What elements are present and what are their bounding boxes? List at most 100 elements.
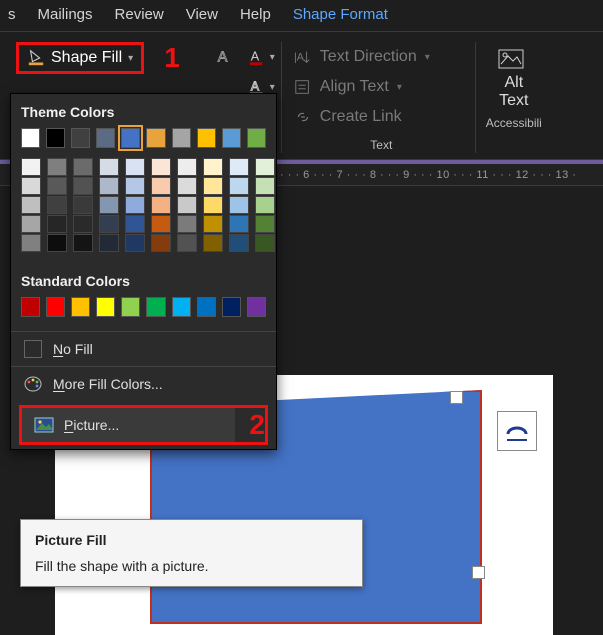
shade-color-swatch[interactable]	[177, 215, 197, 233]
shade-color-swatch[interactable]	[73, 196, 93, 214]
tab-view[interactable]: View	[186, 6, 218, 23]
more-fill-colors-menuitem[interactable]: More Fill Colors...	[11, 367, 276, 401]
shade-color-swatch[interactable]	[151, 196, 171, 214]
picture-accel: P	[64, 417, 73, 433]
alt-text-button[interactable]: Alt Text	[486, 42, 542, 110]
theme-color-swatch[interactable]	[222, 128, 241, 148]
shade-color-swatch[interactable]	[125, 234, 145, 252]
theme-color-swatch[interactable]	[21, 128, 40, 148]
shade-color-swatch[interactable]	[177, 234, 197, 252]
create-link-label: Create Link	[320, 108, 402, 126]
shade-color-swatch[interactable]	[99, 215, 119, 233]
standard-color-swatch[interactable]	[172, 297, 191, 317]
tab-review[interactable]: Review	[115, 6, 164, 23]
shade-color-swatch[interactable]	[203, 215, 223, 233]
shape-fill-button[interactable]: Shape Fill ▾	[16, 42, 144, 74]
picture-fill-menuitem[interactable]: Picture...	[22, 408, 235, 442]
shade-color-swatch[interactable]	[203, 177, 223, 195]
shade-color-swatch[interactable]	[125, 215, 145, 233]
shade-color-swatch[interactable]	[203, 158, 223, 176]
alt-text-icon	[497, 46, 531, 74]
standard-color-swatch[interactable]	[71, 297, 90, 317]
picture-icon	[34, 416, 54, 434]
theme-color-swatch[interactable]	[172, 128, 191, 148]
resize-handle-right[interactable]	[472, 566, 485, 579]
shade-color-swatch[interactable]	[21, 234, 41, 252]
shade-color-swatch[interactable]	[99, 234, 119, 252]
chevron-down-icon: ▾	[425, 52, 430, 63]
shape-fill-label: Shape Fill	[51, 49, 122, 67]
shade-color-swatch[interactable]	[203, 234, 223, 252]
shade-color-swatch[interactable]	[125, 158, 145, 176]
shade-color-swatch[interactable]	[177, 196, 197, 214]
shade-color-swatch[interactable]	[229, 234, 249, 252]
theme-color-swatch[interactable]	[197, 128, 216, 148]
shade-color-swatch[interactable]	[255, 177, 275, 195]
shade-color-swatch[interactable]	[21, 177, 41, 195]
tab-help[interactable]: Help	[240, 6, 271, 23]
shade-color-swatch[interactable]	[21, 158, 41, 176]
standard-color-swatch[interactable]	[46, 297, 65, 317]
tab-mailings[interactable]: Mailings	[38, 6, 93, 23]
shade-color-swatch[interactable]	[255, 158, 275, 176]
tab-prefix-truncated: s	[8, 6, 16, 23]
theme-color-swatch[interactable]	[121, 128, 140, 148]
chevron-down-icon: ▾	[128, 53, 133, 64]
alt-text-label-1: Alt	[504, 74, 523, 92]
shade-color-swatch[interactable]	[255, 196, 275, 214]
align-text-button[interactable]: Align Text ▾	[294, 72, 469, 102]
svg-text:A: A	[250, 50, 259, 64]
standard-color-swatch[interactable]	[197, 297, 216, 317]
shade-color-swatch[interactable]	[229, 158, 249, 176]
shade-color-swatch[interactable]	[151, 234, 171, 252]
theme-color-swatch[interactable]	[247, 128, 266, 148]
text-direction-button[interactable]: |A Text Direction ▾	[294, 42, 469, 72]
shade-color-swatch[interactable]	[47, 158, 67, 176]
theme-color-swatch[interactable]	[146, 128, 165, 148]
shade-color-swatch[interactable]	[99, 158, 119, 176]
shade-color-swatch[interactable]	[73, 158, 93, 176]
shade-color-swatch[interactable]	[99, 177, 119, 195]
shade-color-swatch[interactable]	[255, 215, 275, 233]
shade-color-swatch[interactable]	[21, 215, 41, 233]
shade-color-swatch[interactable]	[229, 215, 249, 233]
shade-color-swatch[interactable]	[73, 177, 93, 195]
shade-color-swatch[interactable]	[73, 234, 93, 252]
standard-color-swatch[interactable]	[247, 297, 266, 317]
shade-color-swatch[interactable]	[47, 177, 67, 195]
shade-color-swatch[interactable]	[229, 196, 249, 214]
align-text-label: Align Text	[320, 78, 389, 96]
shade-color-swatch[interactable]	[151, 177, 171, 195]
create-link-button[interactable]: Create Link	[294, 102, 469, 132]
shade-color-swatch[interactable]	[47, 215, 67, 233]
theme-color-swatch[interactable]	[71, 128, 90, 148]
standard-color-swatch[interactable]	[21, 297, 40, 317]
shade-color-swatch[interactable]	[21, 196, 41, 214]
standard-color-swatch[interactable]	[146, 297, 165, 317]
theme-color-swatch[interactable]	[96, 128, 115, 148]
shade-color-swatch[interactable]	[99, 196, 119, 214]
shade-color-swatch[interactable]	[125, 177, 145, 195]
shade-color-swatch[interactable]	[73, 215, 93, 233]
shade-color-swatch[interactable]	[47, 196, 67, 214]
layout-options-button[interactable]	[497, 411, 537, 451]
theme-color-swatch[interactable]	[46, 128, 65, 148]
shade-color-swatch[interactable]	[151, 158, 171, 176]
standard-color-swatch[interactable]	[222, 297, 241, 317]
shade-color-swatch[interactable]	[255, 234, 275, 252]
text-effects-button[interactable]: A	[216, 48, 234, 66]
text-fill-button[interactable]: A ▾	[248, 48, 275, 66]
resize-handle-top[interactable]	[450, 391, 463, 404]
shade-color-swatch[interactable]	[177, 158, 197, 176]
tab-shape-format[interactable]: Shape Format	[293, 6, 388, 23]
standard-color-swatch[interactable]	[96, 297, 115, 317]
shade-color-swatch[interactable]	[151, 215, 171, 233]
standard-color-swatch[interactable]	[121, 297, 140, 317]
no-fill-menuitem[interactable]: No Fill	[11, 332, 276, 366]
shade-color-swatch[interactable]	[229, 177, 249, 195]
shade-color-swatch[interactable]	[177, 177, 197, 195]
shade-color-swatch[interactable]	[125, 196, 145, 214]
shade-color-swatch[interactable]	[203, 196, 223, 214]
shade-color-swatch[interactable]	[47, 234, 67, 252]
text-group-caption: Text	[294, 132, 469, 152]
